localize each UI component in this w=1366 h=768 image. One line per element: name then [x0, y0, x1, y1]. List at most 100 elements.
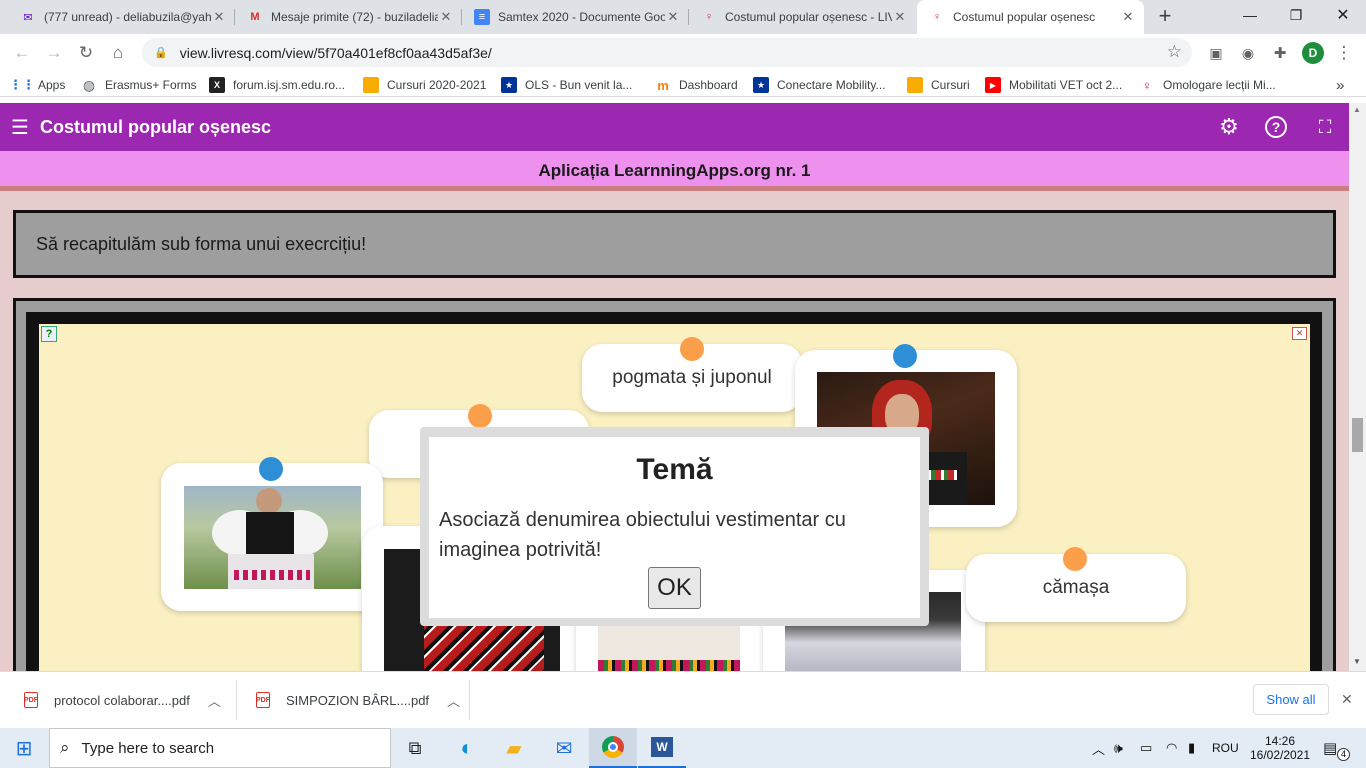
livresq-icon: ♀	[1142, 77, 1152, 93]
profile-avatar[interactable]: D	[1302, 42, 1324, 64]
tray-chevron-up-icon[interactable]: ︿	[1092, 728, 1105, 768]
address-bar[interactable]: 🔒 view.livresq.com/view/5f70a401ef8cf0aa…	[142, 38, 1192, 67]
page-scrollbar[interactable]: ▲ ▼	[1349, 103, 1366, 671]
windows-taskbar: ⊞ ⌕ Type here to search ⧉ ◐ ▰ ✉ W ︿ 🕪 ▭ …	[0, 728, 1366, 768]
restore-button[interactable]: ❐	[1273, 0, 1319, 30]
notification-count-badge: 4	[1337, 748, 1350, 761]
new-tab-button[interactable]: +	[1152, 4, 1178, 30]
bookmark-omologare[interactable]: ♀ Omologare lecții Mi...	[1139, 75, 1276, 95]
youtube-icon: ▶	[985, 77, 1001, 93]
bookmark-forum[interactable]: X forum.isj.sm.edu.ro...	[209, 75, 345, 95]
taskbar-search-input[interactable]: ⌕ Type here to search	[49, 728, 391, 768]
page-title: Costumul popular oșenesc	[40, 117, 272, 137]
bookmark-cursuri-2020[interactable]: Cursuri 2020-2021	[363, 75, 486, 95]
reload-button[interactable]: ↻	[72, 39, 100, 67]
bookmarks-overflow-button[interactable]: »	[1336, 75, 1344, 95]
extensions-puzzle-icon[interactable]: ✚	[1266, 39, 1294, 67]
page-content: ☰ Costumul popular oșenesc ⚙ ? ⛶ Aplicaț…	[0, 103, 1349, 671]
scroll-down-arrow[interactable]: ▼	[1353, 657, 1361, 666]
tab-gmail[interactable]: M Mesaje primite (72) - buziladelia@gmai…	[235, 0, 462, 34]
tab-title: Costumul popular oșenesc - LIVRESQ	[725, 10, 892, 24]
clock-time: 14:26	[1264, 734, 1296, 748]
clock-date: 16/02/2021	[1249, 748, 1311, 762]
scroll-thumb[interactable]	[1352, 418, 1363, 452]
bookmark-dashboard[interactable]: m Dashboard	[655, 75, 738, 95]
costume-photo	[184, 486, 361, 589]
dialog-body: Asociază denumirea obiectului vestimenta…	[439, 509, 846, 561]
windows-start-icon[interactable]: ⊞	[0, 728, 48, 768]
wifi-icon[interactable]: ◠	[1166, 728, 1177, 768]
download-item[interactable]: PDF protocol colaborar....pdf ︿	[24, 672, 221, 728]
search-icon: ⌕	[60, 738, 70, 757]
minimize-button[interactable]: —	[1227, 0, 1273, 30]
fullscreen-icon[interactable]: ⛶	[1313, 115, 1337, 139]
chrome-icon[interactable]	[589, 728, 637, 768]
chevron-up-icon[interactable]: ︿	[208, 691, 221, 710]
drag-pin[interactable]	[680, 337, 704, 361]
tab-title: Mesaje primite (72) - buziladelia@gmail.…	[271, 10, 438, 24]
drag-pin[interactable]	[893, 344, 917, 368]
bookmark-conectare-mobility[interactable]: ★ Conectare Mobility...	[753, 75, 886, 95]
eu-flag-icon: ★	[753, 77, 769, 93]
volume-icon[interactable]: 🕪	[1114, 728, 1123, 768]
tab-yahoo-mail[interactable]: ✉ (777 unread) - deliabuzila@yahoo.com -…	[8, 0, 235, 34]
hamburger-menu-icon[interactable]: ☰	[8, 115, 32, 139]
pdf-file-icon: PDF	[256, 692, 270, 708]
yahoo-mail-icon: ✉	[23, 11, 33, 24]
forward-button[interactable]: →	[40, 39, 68, 67]
mail-app-icon[interactable]: ✉	[540, 728, 588, 768]
instruction-box: Să recapitulăm sub forma unui execrcițiu…	[13, 210, 1336, 278]
close-tab-icon[interactable]: ✕	[665, 9, 681, 25]
downloads-bar: PDF protocol colaborar....pdf ︿ PDF SIMP…	[0, 671, 1366, 728]
drag-pin[interactable]	[259, 457, 283, 481]
download-filename: protocol colaborar....pdf	[54, 692, 190, 708]
bookmark-mobilitati-vet[interactable]: ▶ Mobilitati VET oct 2...	[985, 75, 1122, 95]
exercise-fullscreen-icon[interactable]: ✕	[1292, 327, 1307, 340]
bookmark-cursuri[interactable]: Cursuri	[907, 75, 970, 95]
bookmarks-bar: ⋮⋮ Apps ◍ Erasmus+ Forms X forum.isj.sm.…	[0, 72, 1366, 97]
tab-livresq-active[interactable]: ♀ Costumul popular oșenesc ✕	[917, 0, 1144, 34]
search-placeholder: Type here to search	[81, 739, 215, 757]
close-tab-icon[interactable]: ✕	[1120, 9, 1136, 25]
extension-icon[interactable]: ▣	[1202, 39, 1230, 67]
close-downloads-icon[interactable]: ✕	[1341, 691, 1353, 708]
clock[interactable]: 14:26 16/02/2021	[1248, 728, 1312, 768]
help-icon[interactable]: ?	[1265, 116, 1287, 138]
word-icon[interactable]: W	[638, 728, 686, 768]
close-tab-icon[interactable]: ✕	[211, 9, 227, 25]
home-button[interactable]: ⌂	[104, 39, 132, 67]
scroll-up-arrow[interactable]: ▲	[1353, 105, 1361, 114]
battery-icon[interactable]: ▮	[1188, 728, 1195, 768]
app-bar: ☰ Costumul popular oșenesc ⚙ ? ⛶	[0, 103, 1349, 151]
classroom-icon	[363, 77, 379, 93]
drag-pin[interactable]	[468, 404, 492, 428]
bookmark-erasmus[interactable]: ◍ Erasmus+ Forms	[81, 75, 197, 95]
close-window-button[interactable]: ✕	[1320, 0, 1366, 30]
moodle-icon: m	[657, 77, 669, 93]
globe-icon: ◍	[82, 76, 96, 93]
close-tab-icon[interactable]: ✕	[438, 9, 454, 25]
edge-browser-icon[interactable]: ◐	[443, 728, 491, 768]
task-view-icon[interactable]: ⧉	[391, 728, 439, 768]
close-tab-icon[interactable]: ✕	[892, 9, 908, 25]
file-explorer-icon[interactable]: ▰	[490, 728, 538, 768]
show-all-button[interactable]: Show all	[1253, 684, 1329, 715]
ok-button[interactable]: OK	[648, 567, 701, 609]
tab-livresq-1[interactable]: ♀ Costumul popular oșenesc - LIVRESQ ✕	[689, 0, 916, 34]
chevron-up-icon[interactable]: ︿	[447, 691, 460, 710]
download-item[interactable]: PDF SIMPOZION BÂRL....pdf ︿	[256, 672, 460, 728]
exercise-help-icon[interactable]: ?	[41, 326, 57, 342]
extension-icon[interactable]: ◉	[1234, 39, 1262, 67]
device-icon[interactable]: ▭	[1140, 728, 1152, 768]
drag-pin[interactable]	[1063, 547, 1087, 571]
bookmark-apps[interactable]: ⋮⋮ Apps	[9, 75, 65, 95]
back-button[interactable]: ←	[8, 39, 36, 67]
tab-google-docs[interactable]: ≡ Samtex 2020 - Documente Google ✕	[462, 0, 689, 34]
chrome-menu-icon[interactable]: ⋮	[1330, 39, 1358, 67]
bookmark-star-icon[interactable]: ☆	[1167, 42, 1182, 62]
language-indicator[interactable]: ROU	[1212, 728, 1239, 768]
bookmark-ols[interactable]: ★ OLS - Bun venit la...	[501, 75, 632, 95]
settings-gear-icon[interactable]: ⚙	[1217, 114, 1241, 139]
notifications-icon[interactable]: ▤	[1323, 728, 1337, 768]
dialog-title: Temă	[636, 453, 713, 486]
